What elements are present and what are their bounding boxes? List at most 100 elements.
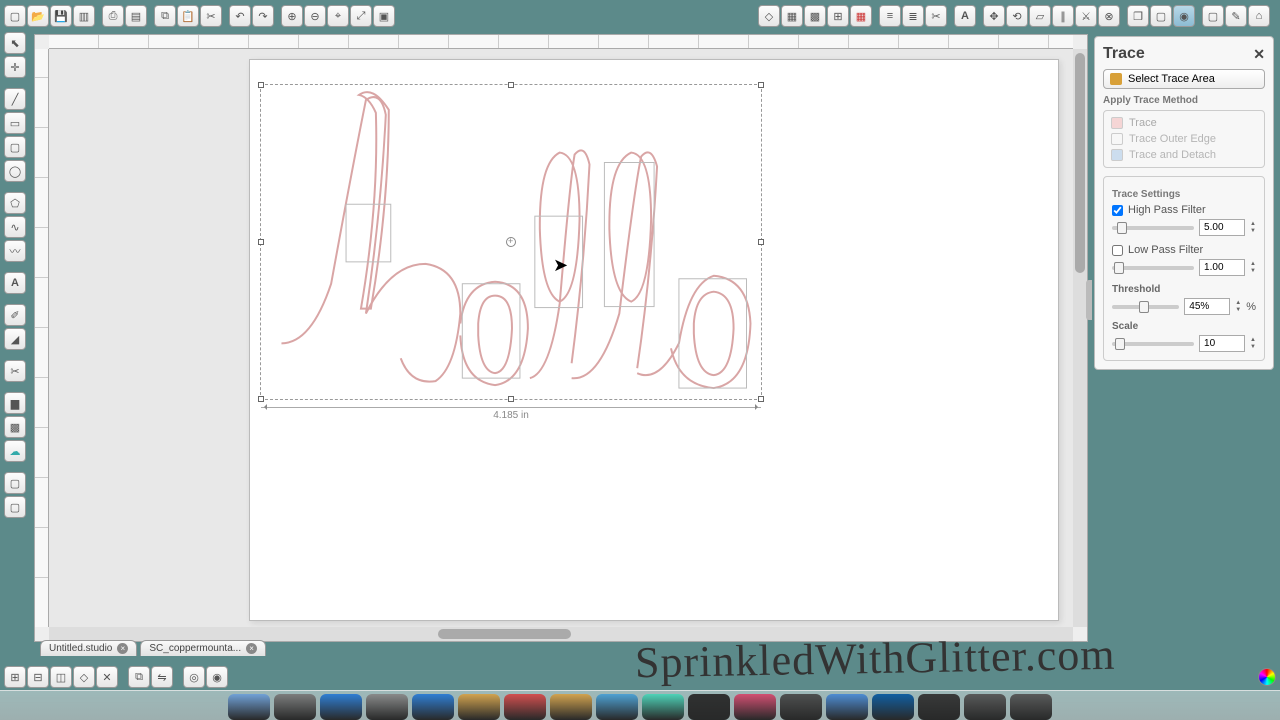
align-icon[interactable]: ✥ [983, 5, 1005, 27]
ellipse-tool-icon[interactable]: ◯ [4, 160, 26, 182]
cutlines-icon[interactable]: ▦ [850, 5, 872, 27]
dock-app-icon[interactable] [964, 694, 1006, 720]
delete-icon[interactable]: ✕ [96, 666, 118, 688]
zoom-drag-icon[interactable]: ⤢ [350, 5, 372, 27]
panel-collapse-handle[interactable] [1086, 280, 1092, 320]
high-pass-slider[interactable] [1112, 226, 1194, 230]
text-tool-icon[interactable]: A [4, 272, 26, 294]
swatch2-icon[interactable]: ▢ [4, 496, 26, 518]
compound-icon[interactable]: ◫ [50, 666, 72, 688]
save-icon[interactable]: 💾 [50, 5, 72, 27]
store-icon[interactable]: ⌂ [1248, 5, 1270, 27]
rotate-icon[interactable]: ⟲ [1006, 5, 1028, 27]
redo-icon[interactable]: ↷ [252, 5, 274, 27]
high-pass-checkbox[interactable]: High Pass Filter [1112, 204, 1256, 216]
selection-box[interactable]: 4.185 in ➤ [260, 84, 762, 400]
dock-app-icon[interactable] [458, 694, 500, 720]
resize-handle-s[interactable] [508, 396, 514, 402]
select-tool-icon[interactable]: ⬉ [4, 32, 26, 54]
group-icon[interactable]: ⊞ [4, 666, 26, 688]
mirror-icon[interactable]: ⇋ [151, 666, 173, 688]
line-tool-icon[interactable]: ╱ [4, 88, 26, 110]
knife-panel-icon[interactable]: ⚔ [1075, 5, 1097, 27]
save-as-icon[interactable]: ▥ [73, 5, 95, 27]
scrollbar-vertical[interactable] [1073, 49, 1087, 627]
polygon-tool-icon[interactable]: ⬠ [4, 192, 26, 214]
dock-app-icon[interactable] [826, 694, 868, 720]
edit-tool-icon[interactable]: ✛ [4, 56, 26, 78]
threshold-value[interactable] [1184, 298, 1230, 315]
eyedrop-tool-icon[interactable]: ✐ [4, 304, 26, 326]
dock-app-icon[interactable] [642, 694, 684, 720]
dock-app-icon[interactable] [550, 694, 592, 720]
open-icon[interactable]: 📂 [27, 5, 49, 27]
cut-icon[interactable]: ✂ [200, 5, 222, 27]
close-tab-icon[interactable]: × [246, 643, 257, 654]
dock-app-icon[interactable] [688, 694, 730, 720]
lib-icon[interactable]: ▢ [1202, 5, 1224, 27]
method-trace[interactable]: Trace [1108, 115, 1260, 131]
dock-app-icon[interactable] [366, 694, 408, 720]
line-style1-icon[interactable]: ≡ [879, 5, 901, 27]
rrect-tool-icon[interactable]: ▢ [4, 136, 26, 158]
transform-icon[interactable]: ▱ [1029, 5, 1051, 27]
high-pass-value[interactable] [1199, 219, 1245, 236]
target2-icon[interactable]: ◉ [206, 666, 228, 688]
dock-app-icon[interactable] [320, 694, 362, 720]
knife-tool-icon[interactable]: ✂ [4, 360, 26, 382]
low-pass-checkbox[interactable]: Low Pass Filter [1112, 244, 1256, 256]
copy-icon[interactable]: ⧉ [154, 5, 176, 27]
page-icon[interactable]: ❐ [1127, 5, 1149, 27]
dock-app-icon[interactable] [780, 694, 822, 720]
workspace[interactable]: 4.185 in ➤ [49, 49, 1073, 627]
reg-icon[interactable]: ⊞ [827, 5, 849, 27]
scissors-icon[interactable]: ✂ [925, 5, 947, 27]
threshold-slider[interactable] [1112, 305, 1179, 309]
swatch1-icon[interactable]: ▢ [4, 472, 26, 494]
dock-app-icon[interactable] [918, 694, 960, 720]
scale-value[interactable] [1199, 335, 1245, 352]
dock-app-icon[interactable] [872, 694, 914, 720]
scale-spinner[interactable]: ▲▼ [1250, 337, 1256, 351]
dock-app-icon[interactable] [274, 694, 316, 720]
layers-icon[interactable]: ▢ [1150, 5, 1172, 27]
zoom-sel-icon[interactable]: ⌖ [327, 5, 349, 27]
resize-handle-nw[interactable] [258, 82, 264, 88]
send-icon[interactable]: ▤ [125, 5, 147, 27]
dock-app-icon[interactable] [734, 694, 776, 720]
cloud-tool-icon[interactable]: ☁ [4, 440, 26, 462]
tab-coppermounta[interactable]: SC_coppermounta...× [140, 640, 266, 656]
low-pass-spinner[interactable]: ▲▼ [1250, 261, 1256, 275]
undo-icon[interactable]: ↶ [229, 5, 251, 27]
ungroup-icon[interactable]: ⊟ [27, 666, 49, 688]
new-icon[interactable]: ▢ [4, 5, 26, 27]
close-tab-icon[interactable]: × [117, 643, 128, 654]
print-icon[interactable]: ⎙ [102, 5, 124, 27]
trace-panel-icon[interactable]: ◉ [1173, 5, 1195, 27]
dock-app-icon[interactable] [596, 694, 638, 720]
zoom-in-icon[interactable]: ⊕ [281, 5, 303, 27]
offset-icon[interactable]: ∥ [1052, 5, 1074, 27]
rotate-handle[interactable] [506, 237, 516, 247]
method-detach[interactable]: Trace and Detach [1108, 147, 1260, 163]
resize-handle-se[interactable] [758, 396, 764, 402]
replicate-icon[interactable]: ⊗ [1098, 5, 1120, 27]
resize-handle-w[interactable] [258, 239, 264, 245]
fit-page-icon[interactable]: ▣ [373, 5, 395, 27]
pattern-tool-icon[interactable]: ▩ [4, 416, 26, 438]
dock-app-icon[interactable] [504, 694, 546, 720]
zoom-out-icon[interactable]: ⊖ [304, 5, 326, 27]
color-wheel-icon[interactable] [1258, 668, 1276, 686]
target1-icon[interactable]: ◎ [183, 666, 205, 688]
threshold-spinner[interactable]: ▲▼ [1235, 300, 1241, 314]
high-pass-spinner[interactable]: ▲▼ [1250, 221, 1256, 235]
dock-app-icon[interactable] [412, 694, 454, 720]
dock-app-icon[interactable] [1010, 694, 1052, 720]
resize-handle-n[interactable] [508, 82, 514, 88]
eraser-tool-icon[interactable]: ◢ [4, 328, 26, 350]
design-page[interactable]: 4.185 in ➤ [249, 59, 1059, 621]
release-icon[interactable]: ◇ [73, 666, 95, 688]
dock-app-icon[interactable] [228, 694, 270, 720]
pen-icon[interactable]: ✎ [1225, 5, 1247, 27]
freehand-tool-icon[interactable]: 〰 [4, 240, 26, 262]
